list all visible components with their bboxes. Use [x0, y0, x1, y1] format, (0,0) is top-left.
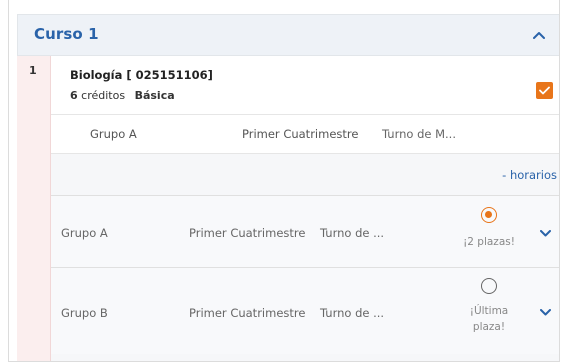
selected-group-name: Grupo A: [90, 127, 137, 141]
chevron-up-icon: [533, 32, 545, 39]
group-option-row[interactable]: Grupo B Primer Cuatrimestre Turno de ...…: [51, 268, 559, 354]
chevron-down-icon: [539, 308, 551, 315]
option-availability: ¡2 plazas!: [463, 236, 515, 248]
option-availability: ¡Última plaza!: [456, 303, 522, 335]
expand-option-button[interactable]: [537, 225, 553, 241]
subject-title: Biología [ 025151106]: [70, 68, 213, 82]
subject-meta: 6 créditos Básica: [70, 89, 175, 102]
row-gutter: 1: [17, 56, 51, 361]
course-title: Curso 1: [34, 25, 99, 43]
option-radio-unselected[interactable]: [481, 278, 497, 294]
option-semester: Primer Cuatrimestre: [189, 226, 306, 240]
selected-group-shift: Turno de M...: [382, 127, 456, 141]
option-group-name: Grupo A: [61, 226, 108, 240]
option-group-name: Grupo B: [61, 306, 108, 320]
credits-label: créditos: [81, 89, 126, 102]
group-options-panel: - horarios Grupo A Primer Cuatrimestre T…: [51, 154, 559, 361]
option-semester: Primer Cuatrimestre: [189, 306, 306, 320]
option-shift: Turno de ...: [320, 226, 385, 240]
row-number: 1: [29, 64, 37, 77]
selected-group-row: Grupo A Primer Cuatrimestre Turno de M..…: [51, 114, 559, 154]
availability-line-2: plaza!: [472, 321, 506, 333]
group-option-row[interactable]: Grupo A Primer Cuatrimestre Turno de ...…: [51, 196, 559, 268]
availability-line-1: ¡Última: [469, 305, 509, 317]
selected-group-semester: Primer Cuatrimestre: [242, 127, 359, 141]
course-header[interactable]: Curso 1: [17, 14, 559, 56]
check-icon: [539, 86, 550, 95]
schedule-bar: - horarios: [51, 154, 559, 196]
credits-value: 6: [70, 89, 78, 102]
subject-row: 1 Biología [ 025151106] 6 créditos Básic…: [17, 56, 559, 361]
option-radio-selected[interactable]: [481, 207, 497, 223]
collapse-button[interactable]: [530, 26, 548, 44]
subject-checkbox[interactable]: [536, 82, 553, 99]
subject-category: Básica: [134, 89, 175, 102]
course-card: Curso 1 1 Biología [ 025151106] 6 crédit…: [8, 0, 560, 362]
option-shift: Turno de ...: [320, 306, 385, 320]
chevron-down-icon: [539, 229, 551, 236]
expand-option-button[interactable]: [537, 304, 553, 320]
schedule-link[interactable]: - horarios: [502, 168, 557, 182]
